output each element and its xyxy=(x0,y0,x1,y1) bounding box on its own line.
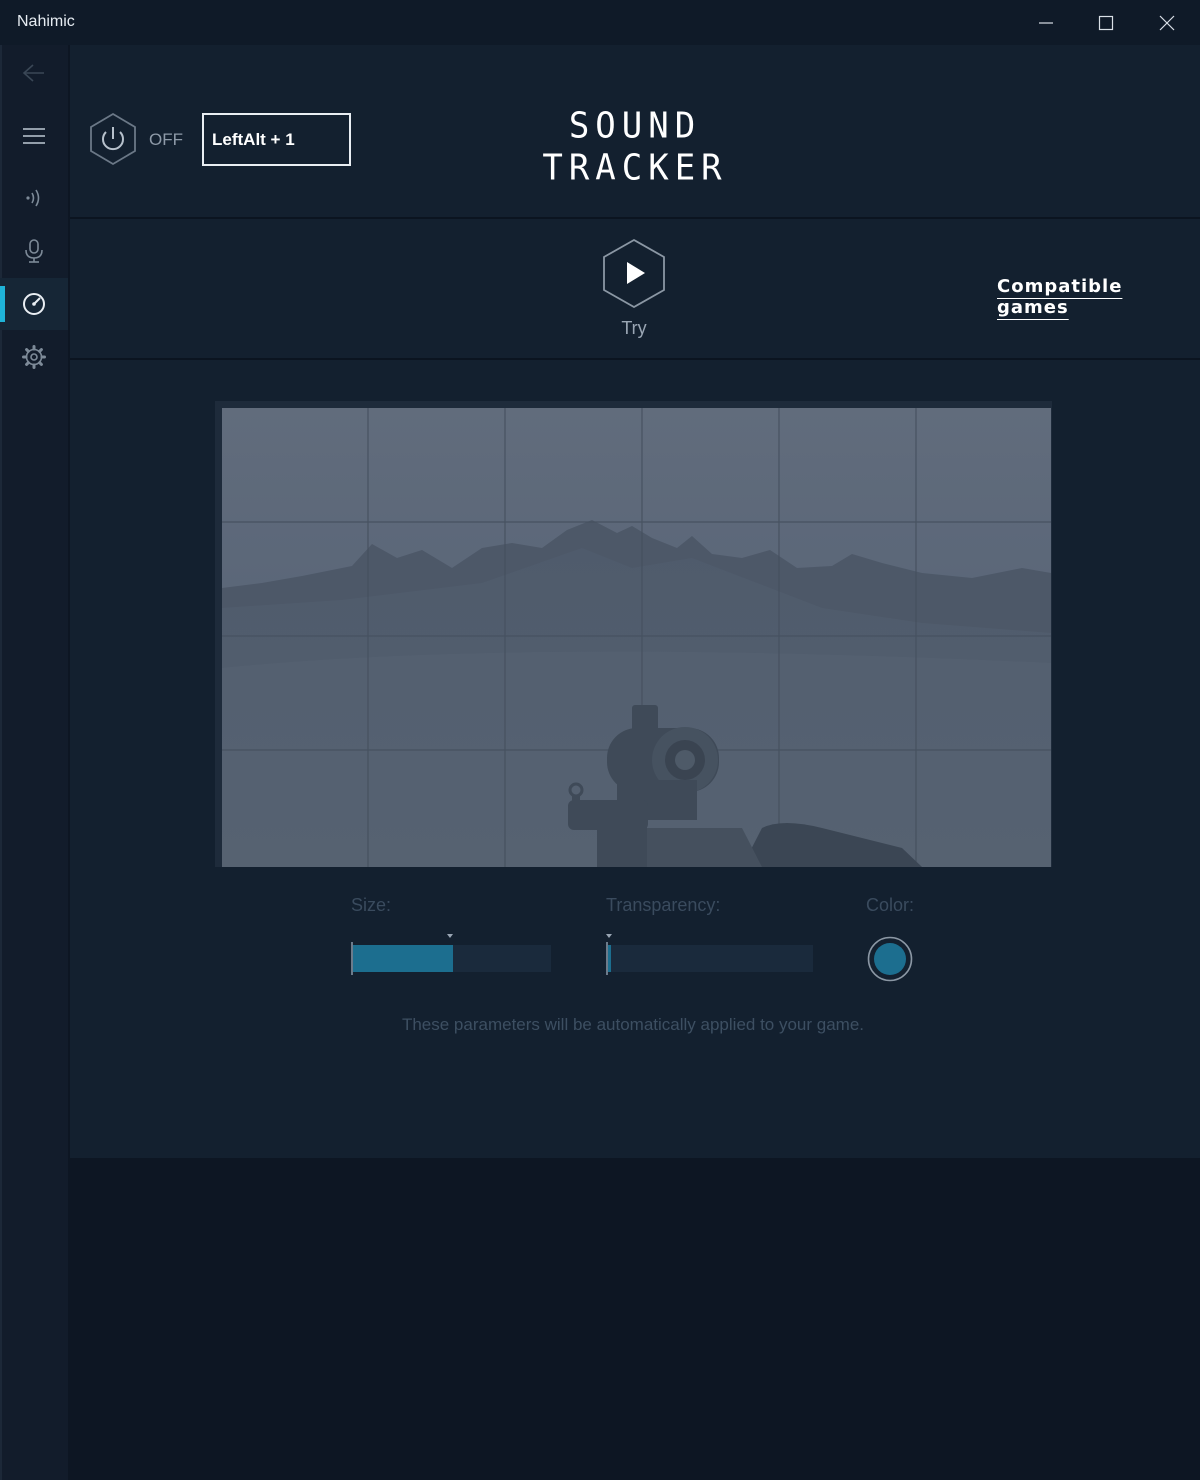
maximize-icon xyxy=(1098,15,1114,30)
play-icon xyxy=(603,238,665,309)
back-button[interactable] xyxy=(0,47,68,99)
try-button[interactable] xyxy=(601,238,667,313)
sidebar-item-settings[interactable] xyxy=(0,331,68,383)
size-label: Size: xyxy=(351,895,392,915)
sidebar-item-audio[interactable] xyxy=(0,172,68,224)
divider xyxy=(70,358,1200,360)
compatible-games-link[interactable]: Compatible games xyxy=(997,276,1200,318)
maximize-button[interactable] xyxy=(1076,0,1136,45)
close-button[interactable] xyxy=(1137,0,1197,45)
try-label: Try xyxy=(621,318,647,338)
sound-waves-icon xyxy=(26,189,40,207)
sidebar-item-microphone[interactable] xyxy=(0,225,68,277)
minimize-button[interactable] xyxy=(1016,0,1076,45)
app-title: Nahimic xyxy=(17,13,75,30)
divider xyxy=(70,217,1200,219)
transparency-slider[interactable] xyxy=(607,945,813,972)
size-slider-caret xyxy=(447,934,453,938)
size-slider-fill xyxy=(352,945,453,972)
size-slider-handle[interactable] xyxy=(351,942,353,975)
back-arrow-icon xyxy=(22,64,44,82)
hotkey-field[interactable]: LeftAlt + 1 xyxy=(202,113,351,166)
menu-button[interactable] xyxy=(0,110,68,162)
power-state-label: OFF xyxy=(149,130,183,149)
color-picker[interactable] xyxy=(866,935,914,988)
transparency-label: Transparency: xyxy=(606,895,721,915)
power-toggle[interactable] xyxy=(88,112,138,171)
hamburger-menu-icon xyxy=(23,128,45,144)
power-icon xyxy=(90,112,136,166)
sidebar-item-sound-tracker[interactable] xyxy=(0,278,68,330)
gear-icon xyxy=(22,345,46,369)
microphone-icon xyxy=(25,239,43,263)
transparency-slider-handle[interactable] xyxy=(606,942,608,975)
parameters-note: These parameters will be automatically a… xyxy=(401,1015,865,1034)
game-preview-image xyxy=(222,408,1051,867)
color-swatch-icon xyxy=(867,936,913,982)
radar-icon xyxy=(23,293,45,315)
color-label: Color: xyxy=(866,895,915,915)
page-title: SOUND TRACKER xyxy=(542,105,728,189)
transparency-slider-caret xyxy=(606,934,612,938)
empty-area xyxy=(70,1158,1200,1480)
minimize-icon xyxy=(1039,21,1053,24)
close-icon xyxy=(1159,15,1175,30)
